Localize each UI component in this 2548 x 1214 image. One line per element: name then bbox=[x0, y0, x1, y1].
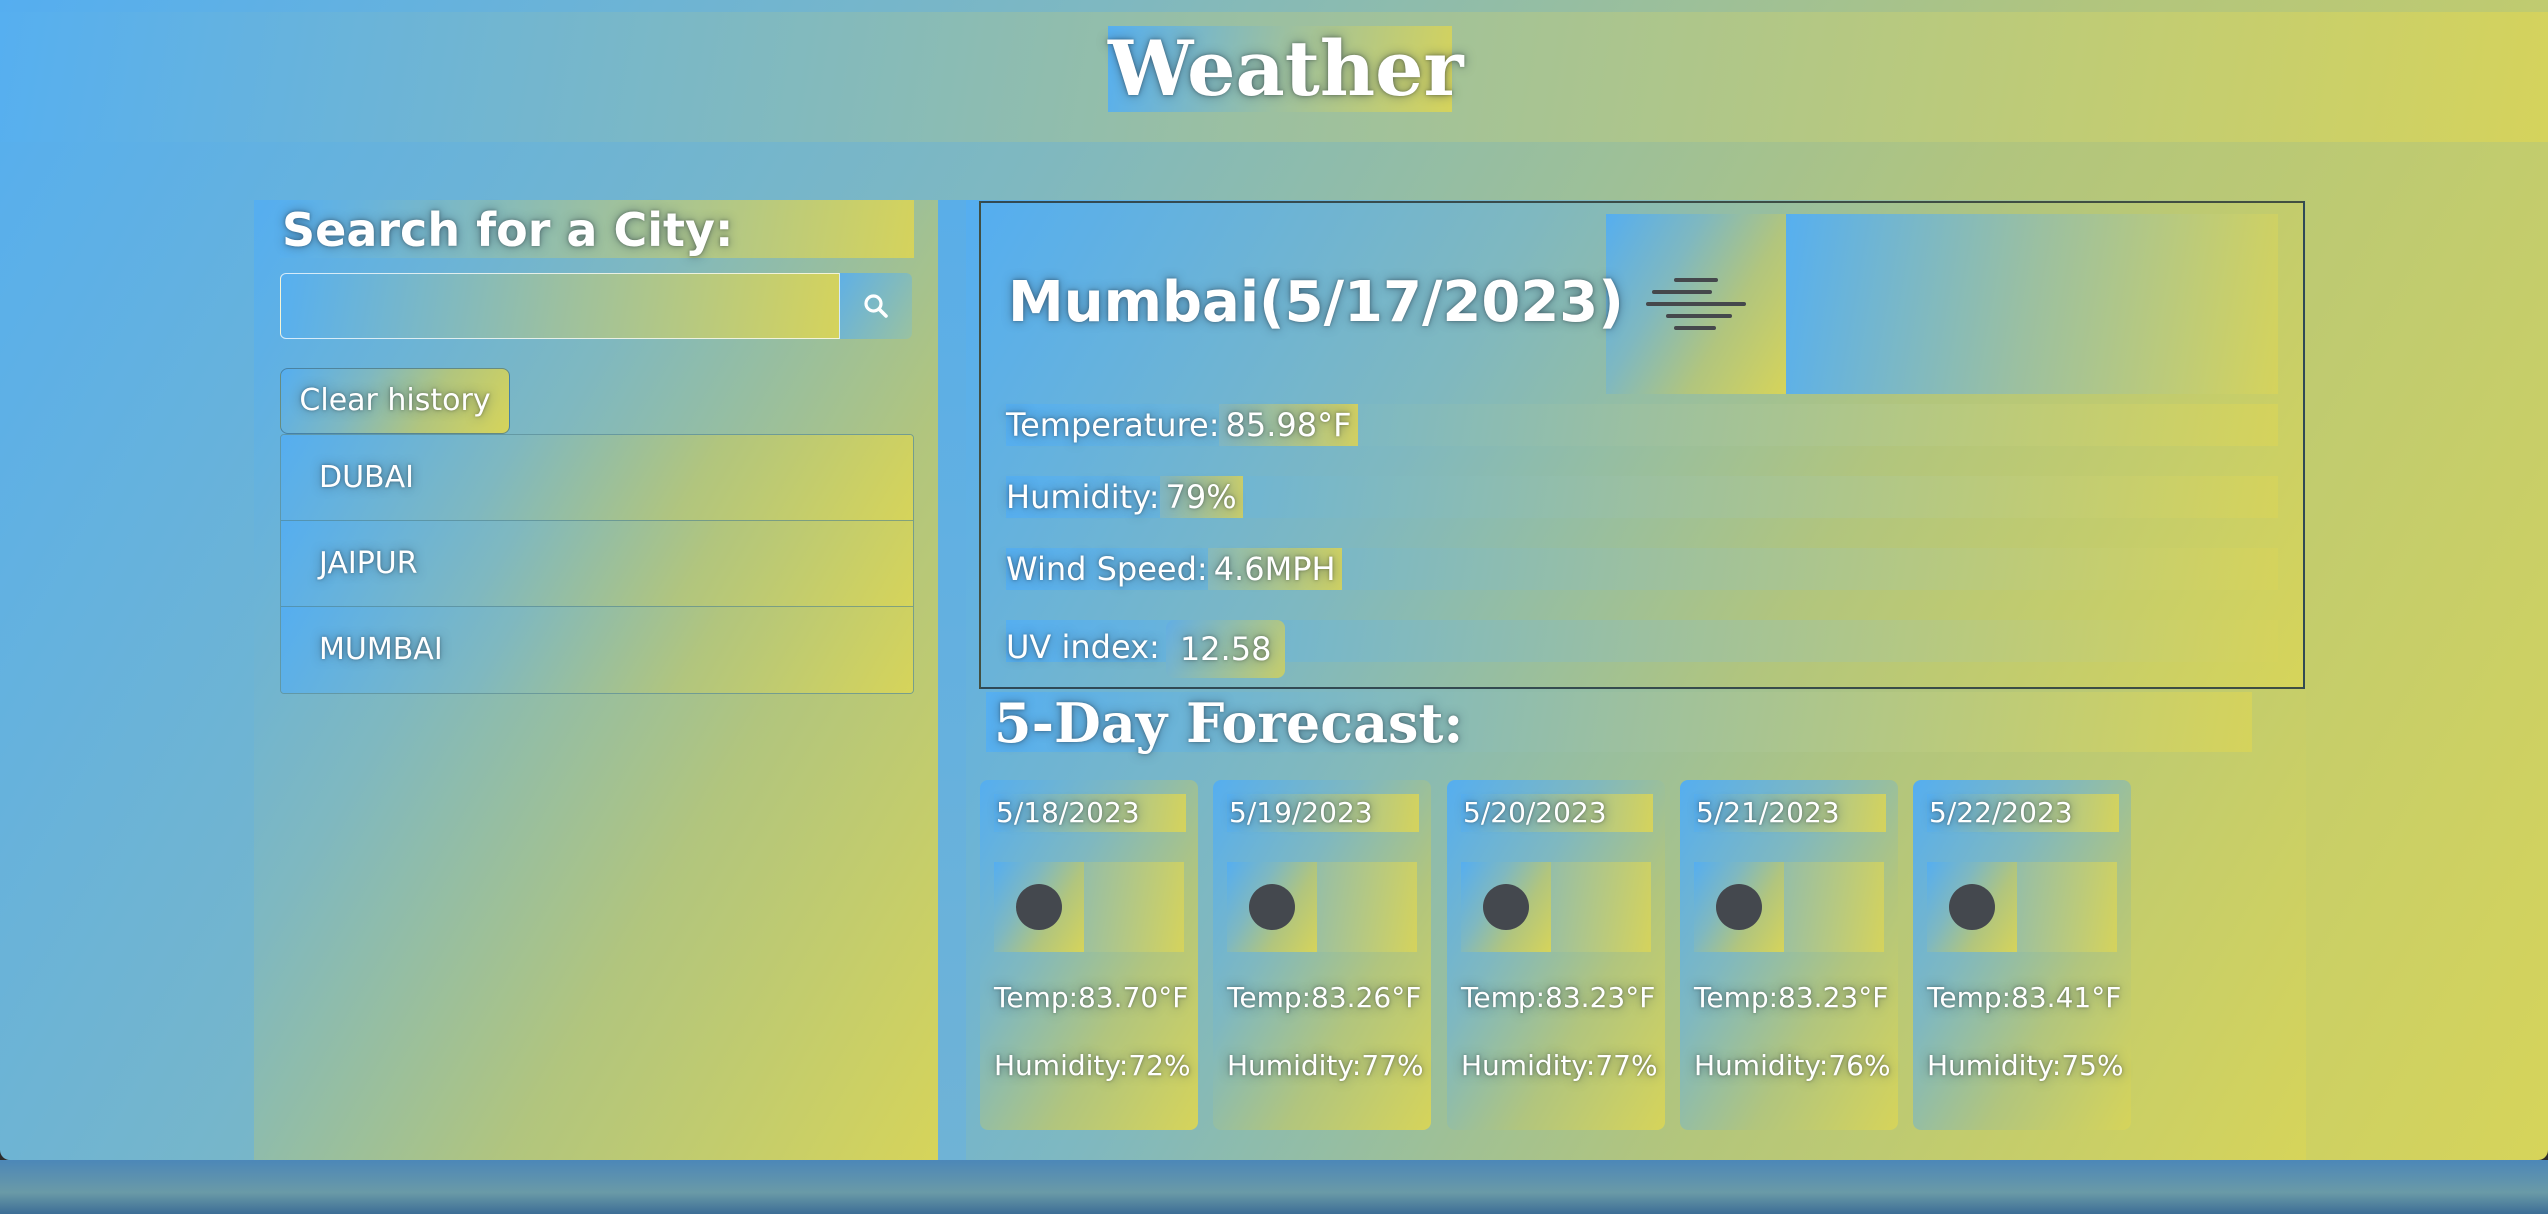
forecast-card: 5/19/2023 Temp:83.26°F Humidity:77% bbox=[1213, 780, 1431, 1130]
forecast-humidity: Humidity:72% bbox=[994, 1049, 1191, 1082]
forecast-card: 5/20/2023 Temp:83.23°F Humidity:77% bbox=[1447, 780, 1665, 1130]
circle-icon bbox=[1716, 884, 1762, 930]
history-item-jaipur[interactable]: JAIPUR bbox=[281, 521, 913, 607]
humidity-label: Humidity: bbox=[1006, 478, 1160, 516]
forecast-humidity: Humidity:75% bbox=[1927, 1049, 2124, 1082]
uv-index-label: UV index: bbox=[1006, 628, 1160, 666]
circle-icon bbox=[1016, 884, 1062, 930]
uv-index-badge: 12.58 bbox=[1165, 620, 1286, 678]
search-icon bbox=[864, 294, 888, 318]
mist-icon bbox=[1646, 278, 1746, 330]
clear-history-button[interactable]: Clear history bbox=[280, 368, 510, 434]
city-heading: Mumbai(5/17/2023) bbox=[1008, 270, 1624, 335]
forecast-icon-box bbox=[1227, 862, 1417, 952]
forecast-icon-box bbox=[1694, 862, 1884, 952]
forecast-heading: 5-Day Forecast: bbox=[986, 692, 2252, 754]
forecast-date: 5/22/2023 bbox=[1927, 794, 2119, 832]
icon-container bbox=[1786, 214, 2278, 394]
forecast-card: 5/21/2023 Temp:83.23°F Humidity:76% bbox=[1680, 780, 1898, 1130]
forecast-humidity: Humidity:76% bbox=[1694, 1049, 1891, 1082]
forecast-temp: Temp:83.41°F bbox=[1927, 981, 2122, 1014]
forecast-humidity: Humidity:77% bbox=[1461, 1049, 1658, 1082]
wind-speed-row: Wind Speed: 4.6MPH bbox=[1006, 548, 2278, 590]
search-heading: Search for a City: bbox=[280, 200, 914, 258]
forecast-date: 5/21/2023 bbox=[1694, 794, 1886, 832]
forecast-temp: Temp:83.23°F bbox=[1461, 981, 1656, 1014]
history-item-mumbai[interactable]: MUMBAI bbox=[281, 607, 913, 693]
temperature-label: Temperature: bbox=[1006, 406, 1220, 444]
forecast-temp: Temp:83.26°F bbox=[1227, 981, 1422, 1014]
temperature-value: 85.98°F bbox=[1219, 404, 1358, 446]
forecast-card: 5/18/2023 Temp:83.70°F Humidity:72% bbox=[980, 780, 1198, 1130]
forecast-icon-box bbox=[994, 862, 1184, 952]
search-button[interactable] bbox=[840, 273, 912, 339]
circle-icon bbox=[1249, 884, 1295, 930]
page-title: Weather bbox=[1108, 24, 1464, 113]
forecast-temp: Temp:83.70°F bbox=[994, 981, 1189, 1014]
humidity-row: Humidity: 79% bbox=[1006, 476, 2278, 518]
forecast-humidity: Humidity:77% bbox=[1227, 1049, 1424, 1082]
current-weather-icon-box bbox=[1606, 214, 1786, 394]
forecast-date: 5/18/2023 bbox=[994, 794, 1186, 832]
history-item-dubai[interactable]: DUBAI bbox=[281, 435, 913, 521]
bottom-strip bbox=[0, 1160, 2548, 1214]
humidity-value: 79% bbox=[1159, 476, 1243, 518]
forecast-temp: Temp:83.23°F bbox=[1694, 981, 1889, 1014]
history-list: DUBAI JAIPUR MUMBAI bbox=[280, 434, 914, 694]
wind-speed-value: 4.6MPH bbox=[1207, 548, 1342, 590]
circle-icon bbox=[1483, 884, 1529, 930]
search-input[interactable] bbox=[280, 273, 840, 339]
temperature-row: Temperature: 85.98°F bbox=[1006, 404, 2278, 446]
wind-speed-label: Wind Speed: bbox=[1006, 550, 1208, 588]
uv-index-row: UV index: 12.58 bbox=[1006, 620, 2278, 678]
forecast-card: 5/22/2023 Temp:83.41°F Humidity:75% bbox=[1913, 780, 2131, 1130]
forecast-icon-box bbox=[1927, 862, 2117, 952]
forecast-icon-box bbox=[1461, 862, 1651, 952]
forecast-date: 5/20/2023 bbox=[1461, 794, 1653, 832]
forecast-date: 5/19/2023 bbox=[1227, 794, 1419, 832]
circle-icon bbox=[1949, 884, 1995, 930]
